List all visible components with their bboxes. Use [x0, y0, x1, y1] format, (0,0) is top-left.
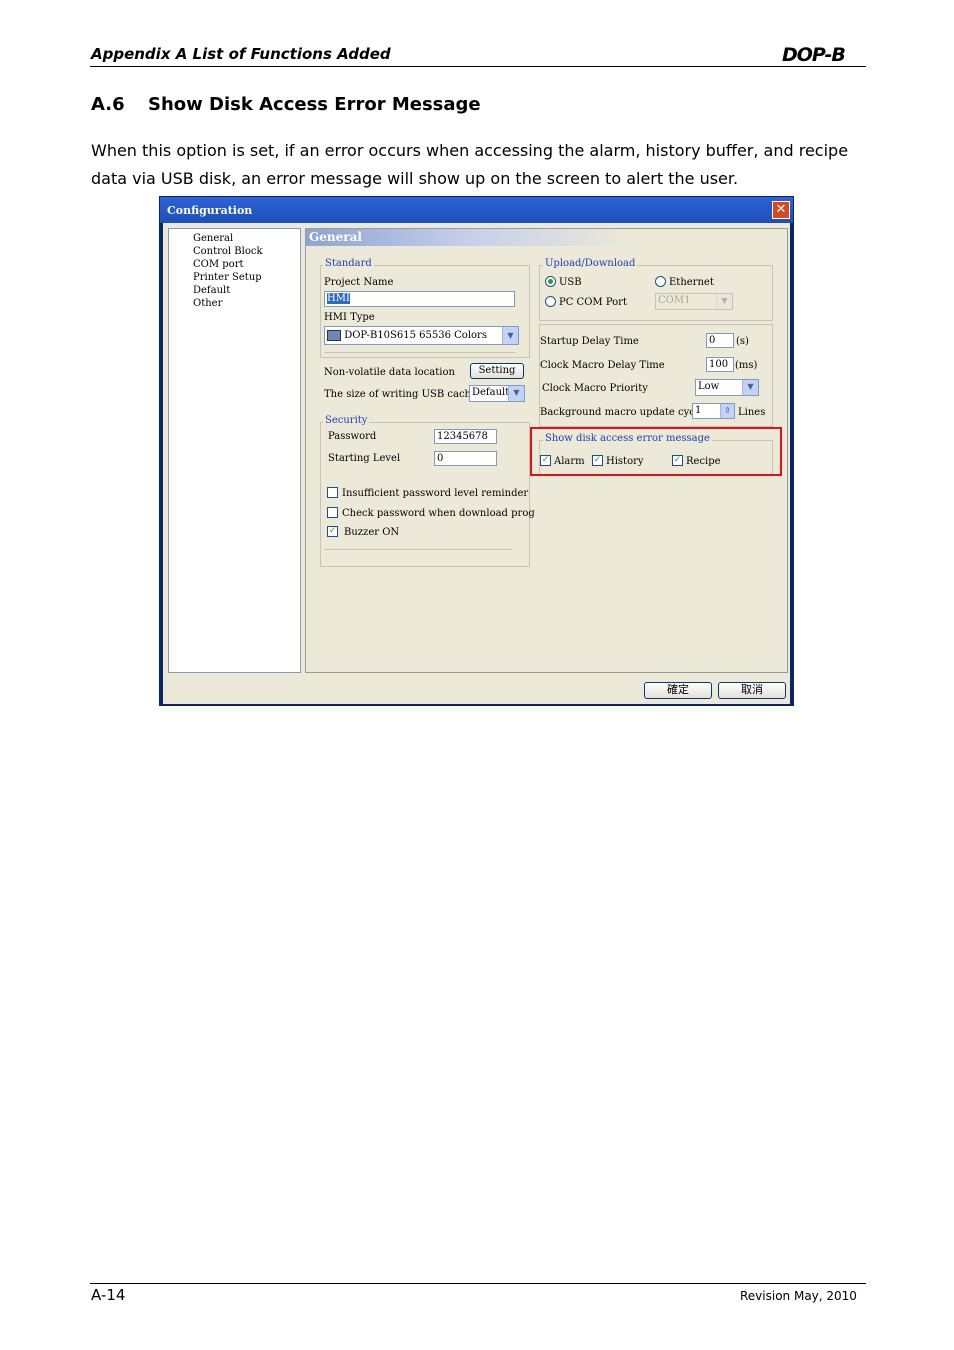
spin-arrows-icon[interactable]: ⇕ — [720, 404, 734, 418]
standard-divider — [324, 352, 516, 353]
general-panel: General Standard Project Name HMI HMI Ty… — [305, 228, 788, 673]
chevron-down-icon[interactable]: ▼ — [742, 380, 758, 395]
dialog-title: Configuration — [167, 204, 253, 217]
insufficient-reminder-checkbox[interactable] — [327, 487, 338, 498]
bg-cycle-label: Background macro update cycle — [540, 407, 704, 418]
section-number: A.6 — [91, 94, 125, 115]
tree-item-com-port[interactable]: COM port — [193, 259, 244, 271]
project-name-input[interactable]: HMI — [324, 291, 515, 307]
upload-download-legend: Upload/Download — [543, 258, 638, 269]
project-name-value: HMI — [327, 293, 350, 304]
ethernet-radio-label: Ethernet — [669, 277, 714, 288]
close-icon[interactable]: ✕ — [772, 201, 790, 219]
bg-cycle-value: 1 — [695, 405, 702, 416]
chevron-down-icon[interactable]: ▼ — [716, 294, 732, 309]
tree-item-general[interactable]: General — [193, 233, 233, 245]
panel-title: General — [306, 229, 631, 246]
tree-item-printer-setup[interactable]: Printer Setup — [193, 272, 262, 284]
tree-item-default[interactable]: Default — [193, 285, 230, 297]
highlight-box — [530, 427, 782, 476]
startup-delay-input[interactable]: 0 — [706, 333, 734, 348]
header-rule — [90, 66, 866, 67]
security-legend: Security — [323, 415, 370, 426]
ethernet-radio[interactable] — [655, 276, 666, 287]
check-password-checkbox[interactable] — [327, 507, 338, 518]
nonvolatile-label: Non-volatile data location — [324, 367, 455, 378]
hmi-type-value: DOP-B10S615 65536 Colors — [344, 330, 487, 341]
clock-priority-select[interactable]: Low ▼ — [695, 379, 759, 396]
usb-cache-label: The size of writing USB cache — [324, 389, 477, 400]
monitor-icon — [327, 330, 341, 341]
starting-level-label: Starting Level — [328, 453, 401, 464]
ok-button[interactable]: 確定 — [644, 682, 712, 699]
usb-radio[interactable] — [545, 276, 556, 287]
clock-priority-value: Low — [698, 381, 720, 392]
logo-text: DOP-B — [782, 44, 845, 64]
configuration-dialog: Configuration ✕ General Control Block CO… — [159, 196, 794, 706]
setting-button[interactable]: Setting — [470, 363, 524, 379]
clock-delay-label: Clock Macro Delay Time — [540, 360, 665, 371]
running-header-title: Appendix A List of Functions Added — [91, 45, 391, 63]
section-title: Show Disk Access Error Message — [148, 94, 481, 115]
usb-cache-select[interactable]: Default ▼ — [469, 385, 525, 402]
startup-delay-label: Startup Delay Time — [540, 336, 639, 347]
buzzer-label: Buzzer ON — [344, 527, 400, 538]
starting-level-input[interactable]: 0 — [434, 451, 497, 466]
dop-b-logo: DOP-B — [780, 44, 866, 66]
hmi-type-label: HMI Type — [324, 312, 375, 323]
tree-item-control-block[interactable]: Control Block — [193, 246, 263, 258]
chevron-down-icon[interactable]: ▼ — [502, 327, 518, 344]
revision-date: Revision May, 2010 — [740, 1289, 857, 1303]
category-tree: General Control Block COM port Printer S… — [168, 228, 301, 673]
com-port-select[interactable]: COM1 ▼ — [655, 293, 733, 310]
project-name-label: Project Name — [324, 277, 394, 288]
clock-priority-label: Clock Macro Priority — [542, 383, 648, 394]
buzzer-checkbox[interactable]: ✓ — [327, 526, 338, 537]
hmi-type-select[interactable]: DOP-B10S615 65536 Colors ▼ — [324, 326, 519, 345]
standard-legend: Standard — [323, 258, 374, 269]
security-divider — [324, 549, 512, 550]
tree-item-other[interactable]: Other — [193, 298, 222, 310]
insufficient-reminder-label: Insufficient password level reminder — [342, 488, 529, 499]
cancel-button[interactable]: 取消 — [718, 682, 786, 699]
check-password-label: Check password when download prog — [342, 508, 535, 519]
usb-cache-value: Default — [472, 387, 510, 398]
pc-com-radio-label: PC COM Port — [559, 297, 627, 308]
bg-cycle-unit: Lines — [738, 407, 766, 418]
dialog-titlebar: Configuration ✕ — [160, 197, 793, 223]
body-paragraph: When this option is set, if an error occ… — [91, 141, 849, 188]
bg-cycle-spinner[interactable]: 1 ⇕ — [692, 403, 735, 419]
password-label: Password — [328, 431, 377, 442]
startup-delay-unit: (s) — [736, 336, 749, 347]
footer-rule — [90, 1283, 866, 1284]
com-port-value: COM1 — [658, 295, 691, 306]
usb-radio-label: USB — [559, 277, 582, 288]
section-heading: A.6 Show Disk Access Error Message — [91, 94, 481, 115]
dialog-client-area: General Control Block COM port Printer S… — [163, 223, 790, 704]
clock-delay-unit: (ms) — [735, 360, 758, 371]
pc-com-radio[interactable] — [545, 296, 556, 307]
page-number: A-14 — [91, 1286, 126, 1304]
chevron-down-icon[interactable]: ▼ — [508, 386, 524, 401]
password-input[interactable]: 12345678 — [434, 429, 497, 444]
clock-delay-input[interactable]: 100 — [706, 357, 734, 372]
